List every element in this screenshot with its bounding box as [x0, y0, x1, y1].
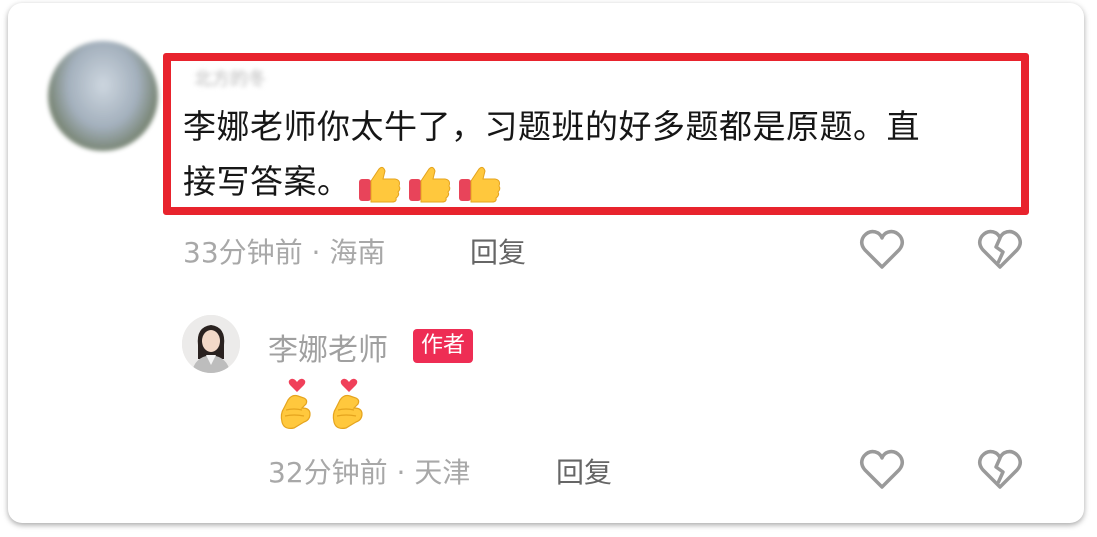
author-name[interactable]: 李娜老师 — [268, 325, 388, 369]
comment-card: 北方的冬 李娜老师你太牛了，习题班的好多题都是原题。直 接写答案。 33分钟前 … — [8, 3, 1084, 523]
author-reply-meta: 32分钟前 · 天津 — [268, 456, 471, 489]
commenter-avatar[interactable] — [48, 41, 158, 151]
heart-hands-emoji-group — [272, 378, 374, 436]
author-avatar[interactable] — [182, 315, 240, 373]
like-heart-icon[interactable] — [858, 225, 906, 273]
like-heart-icon[interactable] — [858, 445, 906, 493]
highlight-box — [163, 53, 1029, 215]
dislike-broken-heart-icon[interactable] — [976, 225, 1024, 273]
reply-button[interactable]: 回复 — [470, 231, 526, 271]
heart-hands-icon — [324, 378, 374, 436]
heart-hands-icon — [272, 378, 322, 436]
comment-meta: 33分钟前 · 海南 — [183, 236, 386, 269]
dislike-broken-heart-icon[interactable] — [976, 445, 1024, 493]
author-reply-button[interactable]: 回复 — [556, 451, 612, 491]
author-badge: 作者 — [413, 329, 474, 363]
